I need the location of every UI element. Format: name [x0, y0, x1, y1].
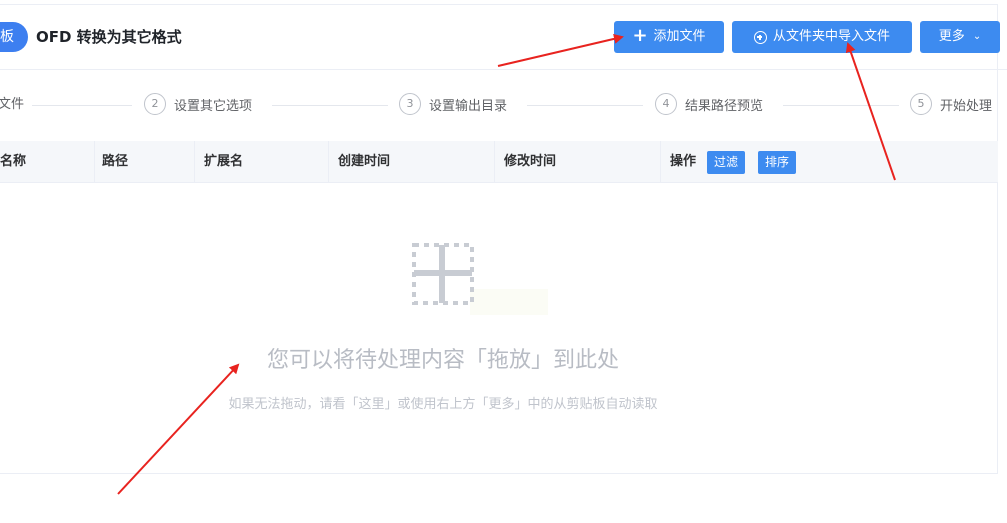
app-page: 板 OFD 转换为其它格式 + 添加文件 从文件夹中导入文件 更多 ⌄ 文件 2…: [0, 0, 1007, 523]
page-title: OFD 转换为其它格式: [36, 28, 182, 46]
column-divider: [494, 141, 495, 183]
chevron-down-icon: ⌄: [972, 31, 982, 42]
column-header-path[interactable]: 路径: [102, 141, 128, 183]
add-file-button[interactable]: + 添加文件: [614, 21, 724, 53]
column-divider: [94, 141, 95, 183]
column-header-extension[interactable]: 扩展名: [204, 141, 243, 183]
dropzone-hint[interactable]: 如果无法拖动，请看「这里」或使用右上方「更多」中的从剪贴板自动读取: [0, 393, 886, 412]
step-connector: [783, 105, 899, 106]
step-1[interactable]: 文件: [0, 93, 24, 112]
sort-button[interactable]: 排序: [758, 151, 797, 174]
step-progress: 文件 2 设置其它选项 3 设置输出目录 4 结果路径预览 5 开始处理: [0, 88, 1007, 122]
step-connector: [272, 105, 388, 106]
filter-button[interactable]: 过滤: [707, 151, 746, 174]
step-connector: [527, 105, 643, 106]
step-label: 设置输出目录: [429, 98, 508, 114]
column-header-name[interactable]: 名称: [0, 141, 26, 183]
more-label: 更多: [938, 29, 965, 44]
import-from-folder-button[interactable]: 从文件夹中导入文件: [732, 21, 912, 53]
add-file-label: 添加文件: [653, 29, 706, 44]
step-number: 4: [655, 93, 677, 115]
step-3[interactable]: 3 设置输出目录: [399, 93, 507, 115]
column-divider: [194, 141, 195, 183]
header-bar: 板 OFD 转换为其它格式 + 添加文件 从文件夹中导入文件 更多 ⌄: [0, 0, 1007, 66]
highlight-mark: [470, 289, 548, 315]
step-5[interactable]: 5 开始处理: [910, 93, 992, 115]
step-label: 结果路径预览: [685, 98, 764, 114]
column-header-actions: 操作: [670, 154, 697, 169]
step-label: 开始处理: [940, 98, 993, 114]
step-label: 文件: [0, 97, 25, 112]
more-button[interactable]: 更多 ⌄: [920, 21, 1000, 53]
column-divider: [328, 141, 329, 183]
circle-plus-icon: [753, 30, 767, 44]
step-4[interactable]: 4 结果路径预览: [655, 93, 763, 115]
step-2[interactable]: 2 设置其它选项: [144, 93, 252, 115]
drop-target-icon: [412, 243, 474, 305]
step-number: 5: [910, 93, 932, 115]
back-button[interactable]: 板: [0, 22, 28, 52]
column-header-created[interactable]: 创建时间: [338, 141, 390, 183]
column-divider: [660, 141, 661, 183]
file-table-header: 名称 路径 扩展名 创建时间 修改时间 操作 过滤 排序: [0, 141, 998, 183]
plus-icon: +: [632, 25, 648, 46]
step-number: 3: [399, 93, 421, 115]
import-from-folder-label: 从文件夹中导入文件: [772, 29, 890, 44]
step-label: 设置其它选项: [174, 98, 253, 114]
header-divider: [0, 69, 1007, 70]
step-number: 2: [144, 93, 166, 115]
step-connector: [32, 105, 132, 106]
dropzone-title: 您可以将待处理内容「拖放」到此处: [266, 348, 619, 373]
column-header-modified[interactable]: 修改时间: [504, 141, 556, 183]
